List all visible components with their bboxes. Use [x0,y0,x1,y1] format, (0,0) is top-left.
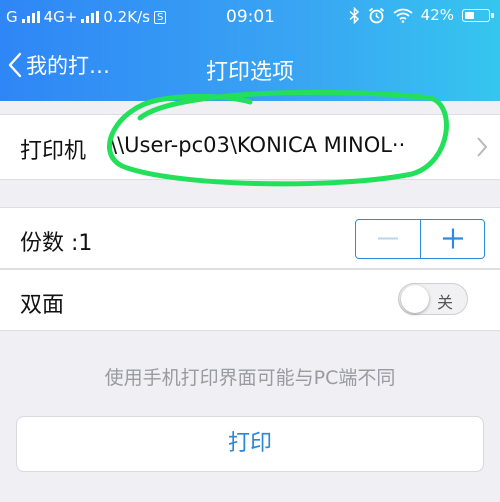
status-time: 09:01 [226,7,275,27]
carrier-1: G [6,8,18,26]
plus-icon [442,228,463,249]
alarm-icon [368,7,384,23]
copies-row: 份数 :1 [0,207,500,269]
chevron-right-icon [477,137,488,157]
page-title: 打印选项 [205,60,294,85]
printer-name: \\User-pc03\KONICA MINOL·· [110,133,406,157]
duplex-toggle[interactable]: 关 [398,283,468,315]
copies-stepper[interactable] [355,219,485,259]
signal-icon [21,11,40,23]
hint-text: 使用手机打印界面可能与PC端不同 [104,367,396,389]
s-badge-icon: S [153,10,167,24]
signal-icon [81,11,100,23]
battery-icon [462,8,494,22]
increment-button[interactable] [419,220,485,258]
printer-row[interactable]: 打印机 \\User-pc03\KONICA MINOL·· [0,114,500,180]
print-button[interactable]: 打印 [16,416,484,472]
nav-bar: 我的打… 打印选项 [0,34,500,101]
battery-fill [465,11,474,19]
carrier-2: 4G+ [43,8,78,26]
status-bar: G 4G+ 0.2K/s S 09:01 42% [0,0,500,34]
toggle-knob [401,285,429,313]
bluetooth-icon [349,6,359,24]
wifi-icon [393,8,413,23]
network-speed: 0.2K/s [103,8,150,26]
toggle-state-label: 关 [437,293,454,312]
duplex-label: 双面 [20,293,65,318]
copies-label: 份数 :1 [20,231,93,256]
minus-icon [378,237,398,240]
battery-percent: 42% [420,6,454,24]
decrement-button[interactable] [356,220,420,258]
top-bar: G 4G+ 0.2K/s S 09:01 42% 我的打… 打印选项 [0,0,500,101]
printer-label: 打印机 [20,139,87,164]
